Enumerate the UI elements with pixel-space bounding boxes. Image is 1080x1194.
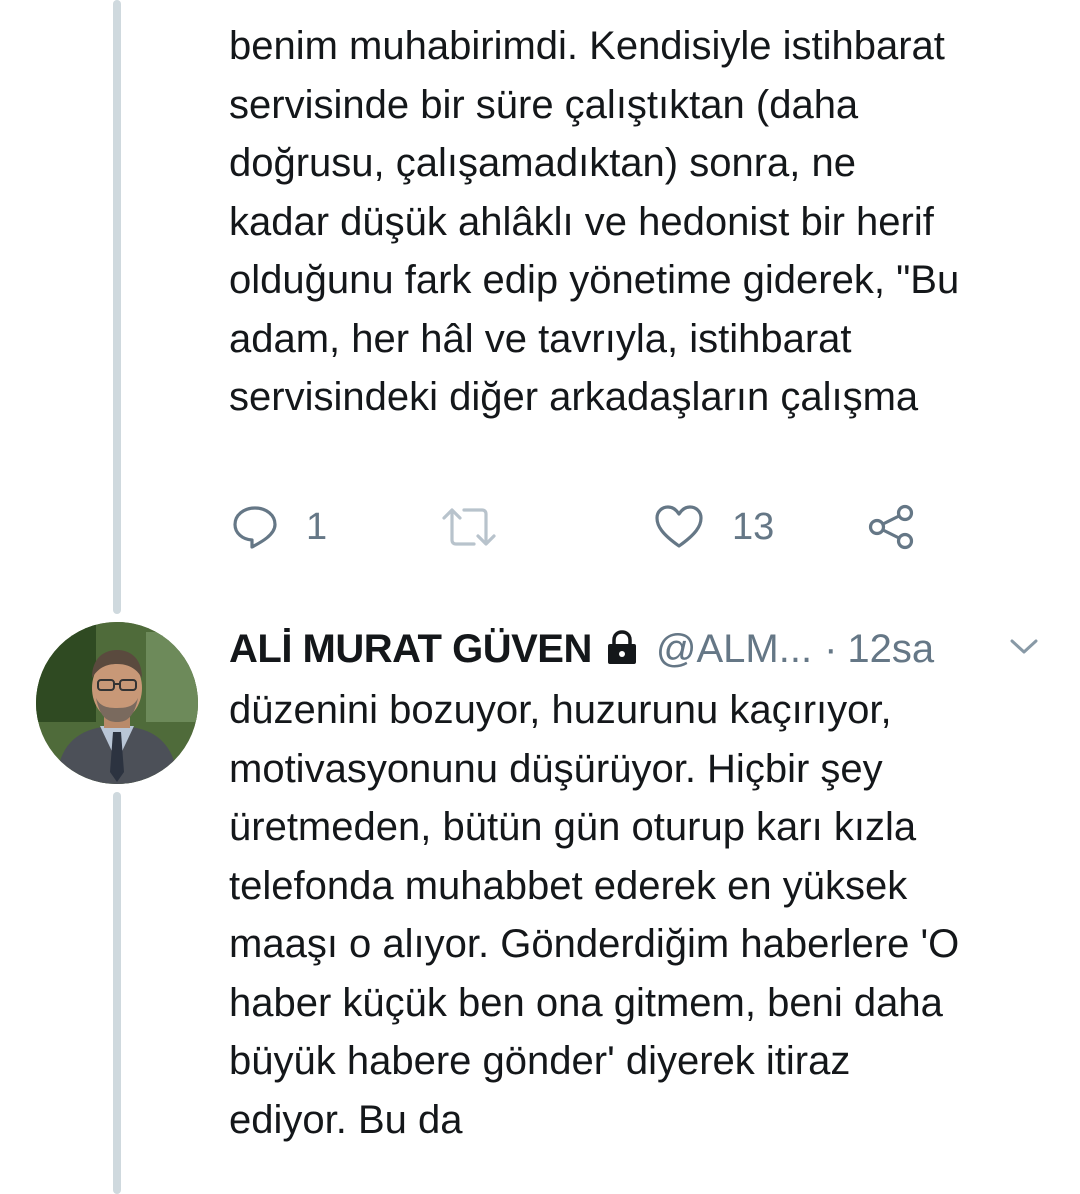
like-button[interactable]: 13 [654,495,774,559]
separator-dot: · [824,626,838,671]
reply-icon [232,504,278,550]
like-count: 13 [732,505,775,548]
avatar[interactable] [36,622,198,784]
timestamp[interactable]: 12sa [847,627,934,672]
reply-button[interactable]: 1 [232,495,327,559]
lock-icon [602,627,642,672]
retweet-icon [440,504,498,550]
handle[interactable]: @ALM... [656,627,812,672]
tweet-header: ALİ MURAT GÜVEN @ALM... · 12sa [229,618,1059,680]
display-name[interactable]: ALİ MURAT GÜVEN [229,627,592,672]
retweet-button[interactable] [440,495,498,559]
tweet-text: benim muhabirimdi. Kendisiyle istihbarat… [229,24,960,419]
tweet-actions: 1 13 [0,495,1080,559]
chevron-down-icon[interactable] [1009,636,1039,663]
tweet-text: düzenini bozuyor, huzurunu kaçırıyor, mo… [229,688,960,1142]
share-button[interactable] [866,495,916,559]
thread-line-bottom [113,792,121,1194]
heart-icon [654,504,704,550]
share-icon [866,502,916,552]
reply-count: 1 [306,505,328,548]
